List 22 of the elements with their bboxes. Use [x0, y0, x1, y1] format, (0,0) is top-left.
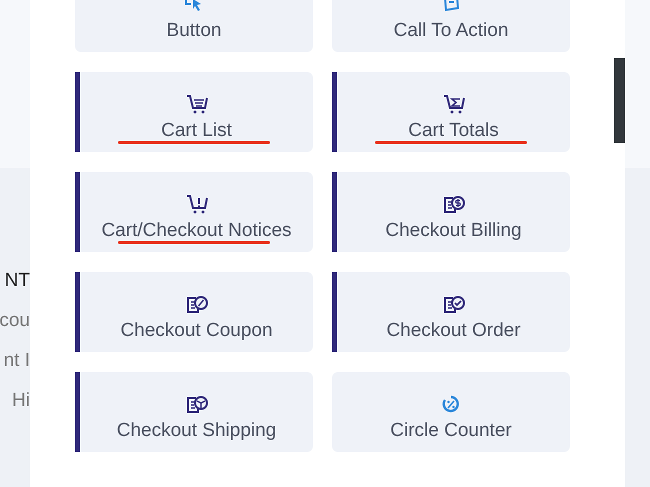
document-box-icon	[184, 394, 208, 414]
background-text: cou	[0, 310, 30, 332]
document-coin-icon	[442, 194, 466, 214]
document-percent-icon	[184, 294, 208, 314]
module-card[interactable]: Call To Action	[332, 0, 570, 52]
cart-icon	[442, 94, 466, 114]
module-card[interactable]: Checkout Shipping	[75, 372, 313, 452]
background-text: Hi	[12, 390, 30, 412]
module-card[interactable]: Cart/Checkout Notices	[75, 172, 313, 252]
module-card[interactable]: Checkout Billing	[332, 172, 570, 252]
module-card[interactable]: Checkout Order	[332, 272, 570, 352]
background-text: nt I	[4, 350, 30, 372]
module-card[interactable]: Cart Totals	[332, 72, 570, 152]
document-check-icon	[442, 294, 466, 314]
cart-icon	[184, 94, 208, 114]
cart-icon	[184, 194, 208, 214]
scrollbar-thumb[interactable]	[614, 58, 625, 143]
module-card[interactable]: Cart List	[75, 72, 313, 152]
module-card[interactable]: Checkout Coupon	[75, 272, 313, 352]
module-card[interactable]: Circle Counter	[332, 372, 570, 452]
module-card[interactable]: Button	[75, 0, 313, 52]
background-text: NT	[4, 270, 30, 292]
